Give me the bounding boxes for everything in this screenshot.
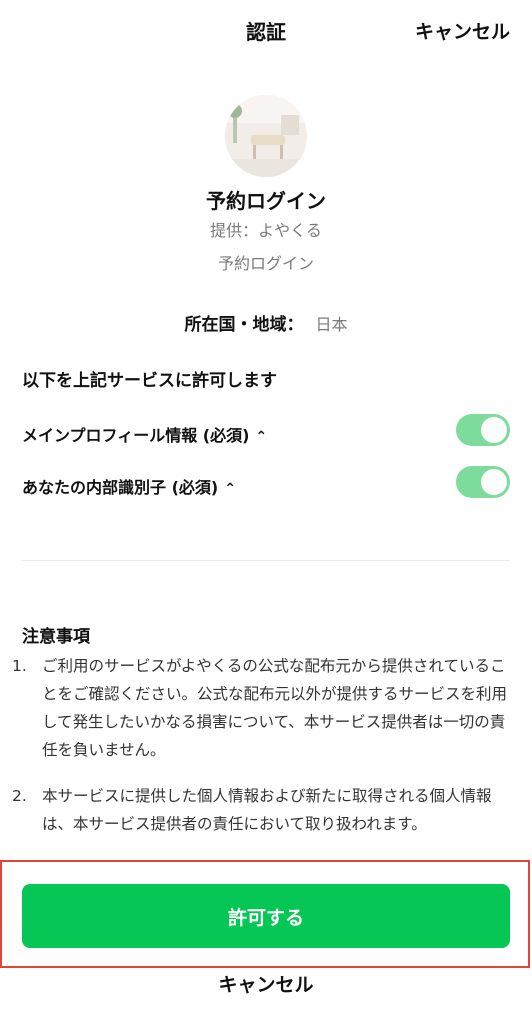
profile-toggle[interactable] bbox=[456, 414, 510, 446]
note-item: 1. ご利用のサービスがよやくるの公式な配布元から提供されていることをご確認くだ… bbox=[12, 652, 512, 764]
note-text: ご利用のサービスがよやくるの公式な配布元から提供されていることをご確認ください。… bbox=[42, 657, 508, 759]
app-icon bbox=[225, 95, 307, 177]
action-highlight-box: 許可する bbox=[0, 860, 530, 968]
notes-list: 1. ご利用のサービスがよやくるの公式な配布元から提供されていることをご確認くだ… bbox=[12, 652, 512, 856]
note-text: 本サービスに提供した個人情報および新たに取得される個人情報は、本サービス提供者の… bbox=[42, 787, 492, 833]
header: 認証 キャンセル bbox=[0, 0, 532, 62]
region-label: 所在国・地域： bbox=[184, 315, 304, 335]
allow-button[interactable]: 許可する bbox=[22, 884, 510, 948]
chevron-up-icon: ⌃ bbox=[255, 429, 268, 445]
note-number: 2. bbox=[12, 787, 27, 805]
header-cancel-button[interactable]: キャンセル bbox=[415, 17, 510, 44]
region-value: 日本 bbox=[315, 315, 348, 334]
note-item: 2. 本サービスに提供した個人情報および新たに取得される個人情報は、本サービス提… bbox=[12, 782, 512, 838]
app-provider: 提供：よやくる bbox=[210, 221, 322, 240]
notes-title: 注意事項 bbox=[22, 627, 90, 647]
permission-label[interactable]: メインプロフィール情報 (必須) ⌃ bbox=[22, 422, 267, 446]
identifier-toggle[interactable] bbox=[456, 466, 510, 498]
service-name: 予約ログイン bbox=[217, 254, 314, 273]
permissions-heading: 以下を上記サービスに許可します bbox=[22, 371, 277, 391]
note-number: 1. bbox=[12, 657, 27, 675]
cancel-button[interactable]: キャンセル bbox=[0, 970, 532, 997]
chevron-up-icon: ⌃ bbox=[224, 481, 236, 497]
permission-row-profile: メインプロフィール情報 (必須) ⌃ bbox=[22, 414, 512, 454]
toggle-knob bbox=[481, 469, 507, 495]
app-name: 予約ログイン bbox=[206, 189, 326, 213]
permission-label[interactable]: あなたの内部識別子 (必須) ⌃ bbox=[22, 474, 236, 498]
toggle-knob bbox=[481, 417, 507, 443]
region-row: 所在国・地域： 日本 bbox=[0, 310, 532, 335]
permission-row-identifier: あなたの内部識別子 (必須) ⌃ bbox=[22, 466, 512, 506]
divider bbox=[22, 560, 510, 561]
